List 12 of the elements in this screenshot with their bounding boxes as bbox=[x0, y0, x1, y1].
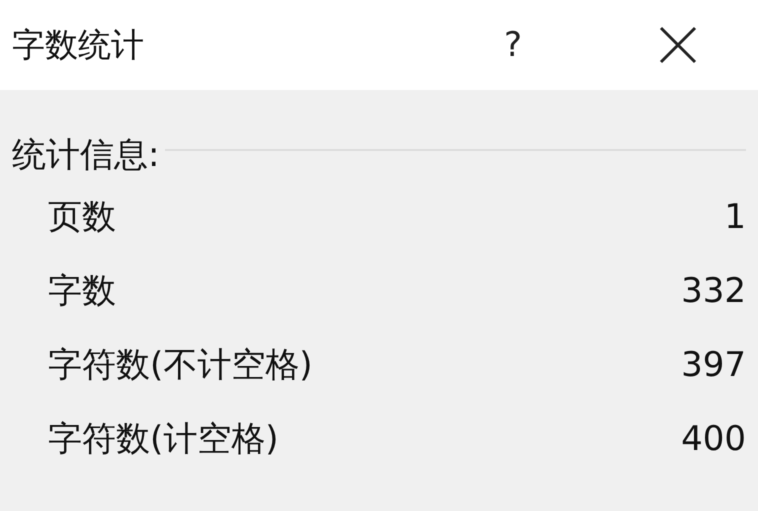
window-title: 字数统计 bbox=[12, 24, 144, 66]
stat-label: 字符数(计空格) bbox=[48, 418, 279, 461]
help-button[interactable]: ? bbox=[498, 25, 528, 65]
stat-label: 页数 bbox=[48, 196, 116, 239]
stat-value: 1 bbox=[724, 197, 746, 237]
stat-value: 397 bbox=[681, 345, 746, 385]
stat-label: 字符数(不计空格) bbox=[48, 344, 313, 387]
stat-value: 332 bbox=[681, 271, 746, 311]
section-heading: 统计信息: bbox=[12, 134, 160, 177]
stat-label: 字数 bbox=[48, 270, 116, 313]
close-icon[interactable] bbox=[658, 25, 698, 65]
stat-value: 400 bbox=[681, 419, 746, 459]
